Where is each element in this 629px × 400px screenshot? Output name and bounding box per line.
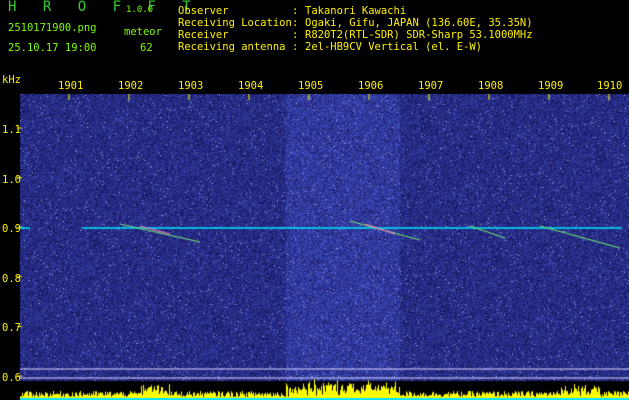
header-panel: H R O F F T 1.0.0 2510171900.png meteor …: [0, 0, 629, 76]
x-tick-1907: 1907: [418, 80, 444, 92]
info-key-antenna: Receiving antenna: [178, 41, 286, 53]
y-axis-unit: kHz: [2, 74, 21, 86]
y-tick-0-6: 0.6: [2, 372, 21, 384]
file-name: 2510171900.png: [8, 22, 97, 34]
y-tick-0-9: 0.9: [2, 223, 21, 235]
info-value-observer: Takanori Kawachi: [305, 5, 407, 17]
file-datetime: 25.10.17 19:00: [8, 42, 97, 54]
x-tick-1908: 1908: [478, 80, 504, 92]
info-sep-antenna: :: [292, 41, 299, 53]
y-tick-1-1: 1.1: [2, 124, 21, 136]
info-value-receiver: R820T2(RTL-SDR) SDR-Sharp 53.1000MHz: [305, 29, 533, 41]
info-key-receiver: Receiver: [178, 29, 229, 41]
x-tick-1903: 1903: [178, 80, 204, 92]
x-tick-1909: 1909: [538, 80, 564, 92]
x-tick-1905: 1905: [298, 80, 324, 92]
app-version: 1.0.0: [126, 5, 154, 15]
info-sep-location: :: [292, 17, 299, 29]
info-value-antenna: 2el-HB9CV Vertical (el. E-W): [305, 41, 483, 53]
info-key-observer: Observer: [178, 5, 229, 17]
info-sep-observer: :: [292, 5, 299, 17]
x-tick-1901: 1901: [58, 80, 84, 92]
spectrogram-canvas: [0, 76, 629, 400]
x-tick-1902: 1902: [118, 80, 144, 92]
meteor-count: 62: [140, 42, 153, 54]
meteor-label: meteor: [124, 26, 162, 38]
x-tick-1906: 1906: [358, 80, 384, 92]
info-sep-receiver: :: [292, 29, 299, 41]
x-tick-1904: 1904: [238, 80, 264, 92]
app-title: H R O F F T: [8, 0, 200, 15]
info-value-location: Ogaki, Gifu, JAPAN (136.60E, 35.35N): [305, 17, 533, 29]
info-key-location: Receiving Location: [178, 17, 292, 29]
y-tick-0-7: 0.7: [2, 322, 21, 334]
x-tick-1910: 1910: [597, 80, 623, 92]
y-tick-1-0: 1.0: [2, 174, 21, 186]
y-tick-0-8: 0.8: [2, 273, 21, 285]
